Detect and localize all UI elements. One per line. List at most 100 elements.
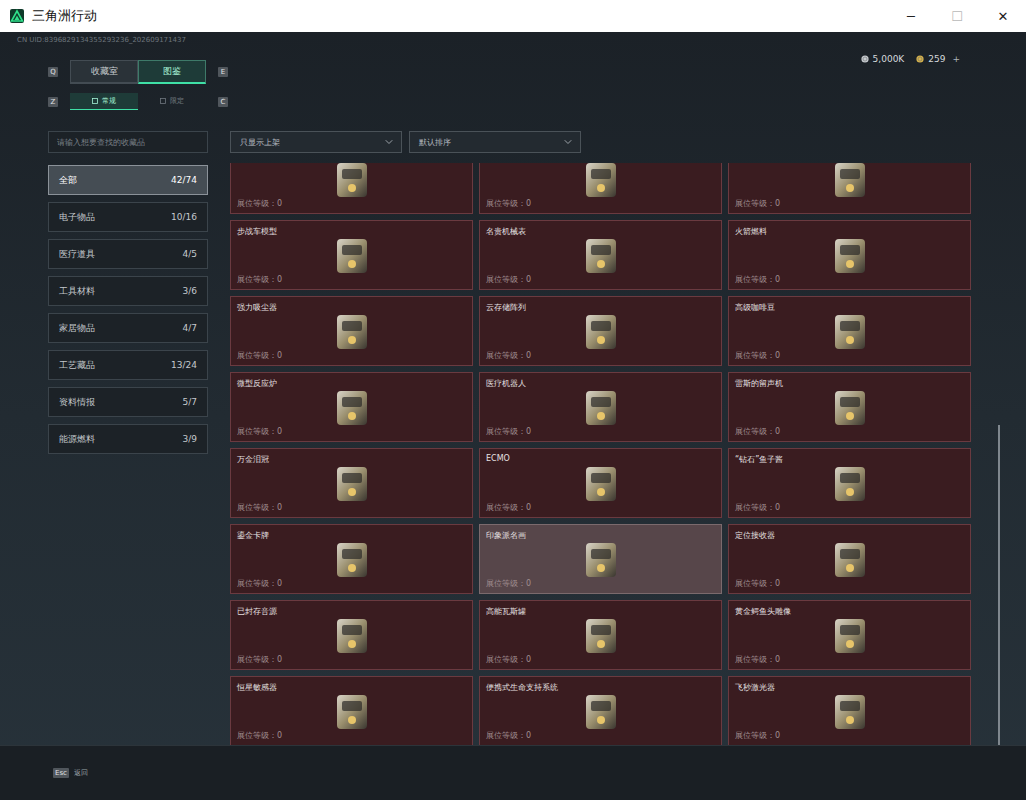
item-name: 步战车模型 <box>237 226 277 237</box>
category-item[interactable]: 电子物品10/16 <box>48 202 208 232</box>
collection-card[interactable]: 云存储阵列展位等级：0 <box>479 296 722 366</box>
item-image-icon <box>325 535 379 585</box>
category-item[interactable]: 资料情报5/7 <box>48 387 208 417</box>
window-control[interactable]: ✕ <box>980 0 1026 32</box>
collection-card[interactable]: 火箭燃料展位等级：0 <box>728 220 971 290</box>
item-level: 展位等级：0 <box>486 350 531 361</box>
item-name: 恒星敏感器 <box>237 682 277 693</box>
tabs-row: Q收藏室图鉴E5,000K259+ <box>0 60 1026 84</box>
item-image-icon <box>574 307 628 357</box>
item-name: 黄金鳄鱼头雕像 <box>735 606 791 617</box>
collection-card[interactable]: 已封存音源展位等级：0 <box>230 600 473 670</box>
collection-card[interactable]: 名贵机械表展位等级：0 <box>479 220 722 290</box>
item-level: 展位等级：0 <box>486 426 531 437</box>
uid-text: CN UID:8396829134355293236_202609171437 <box>0 32 1026 56</box>
item-name: 鎏金卡牌 <box>237 530 269 541</box>
item-name: 雷斯的留声机 <box>735 378 783 389</box>
sidebar: 全部42/74 电子物品10/16 医疗道具4/5 工具材料3/6 家居物品4/7 工艺藏… <box>48 131 208 745</box>
item-level: 展位等级：0 <box>735 350 780 361</box>
category-item[interactable]: 家居物品4/7 <box>48 313 208 343</box>
window-control[interactable]: ─ <box>888 0 934 32</box>
item-level: 展位等级：0 <box>237 198 282 209</box>
search-field[interactable] <box>48 131 208 153</box>
item-name: 万金泪冠 <box>237 454 269 465</box>
key-hint: C <box>218 97 228 107</box>
item-image-icon <box>574 383 628 433</box>
item-level: 展位等级：0 <box>237 350 282 361</box>
item-name: 便携式生命支持系统 <box>486 682 558 693</box>
add-currency-button[interactable]: + <box>952 54 960 64</box>
item-image-icon <box>574 687 628 737</box>
main-tab[interactable]: 收藏室 <box>70 60 138 84</box>
item-image-icon <box>325 163 379 205</box>
collection-card[interactable]: 高级咖啡豆展位等级：0 <box>728 296 971 366</box>
item-image-icon <box>325 307 379 357</box>
collection-card[interactable]: 高能瓦斯罐展位等级：0 <box>479 600 722 670</box>
sub-tab[interactable]: 限定 <box>138 93 206 110</box>
back-button[interactable]: 返回 <box>74 768 88 778</box>
item-image-icon <box>823 307 877 357</box>
collection-card[interactable]: 恒星敏感器展位等级：0 <box>230 676 473 745</box>
collection-card[interactable]: 步战车模型展位等级：0 <box>230 220 473 290</box>
category-item[interactable]: 医疗道具4/5 <box>48 239 208 269</box>
main-tab[interactable]: 图鉴 <box>138 60 206 84</box>
item-level: 展位等级：0 <box>735 730 780 741</box>
item-level: 展位等级：0 <box>237 426 282 437</box>
item-level: 展位等级：0 <box>735 274 780 285</box>
key-hint: Esc <box>53 768 69 778</box>
collection-grid: 展位等级：0展位等级：0展位等级：0步战车模型展位等级：0名贵机械表展位等级：0… <box>230 163 971 745</box>
collection-card[interactable]: 微型反应炉展位等级：0 <box>230 372 473 442</box>
collection-card[interactable]: “钻石”鱼子酱展位等级：0 <box>728 448 971 518</box>
collection-card[interactable]: 雷斯的留声机展位等级：0 <box>728 372 971 442</box>
collection-panel: 只显示上架默认排序展位等级：0展位等级：0展位等级：0步战车模型展位等级：0名贵… <box>230 131 971 745</box>
collection-card[interactable]: 飞秒激光器展位等级：0 <box>728 676 971 745</box>
category-item[interactable]: 工艺藏品13/24 <box>48 350 208 380</box>
item-image-icon <box>325 383 379 433</box>
collection-card[interactable]: 定位接收器展位等级：0 <box>728 524 971 594</box>
item-level: 展位等级：0 <box>237 730 282 741</box>
collection-card[interactable]: 万金泪冠展位等级：0 <box>230 448 473 518</box>
collection-card[interactable]: 展位等级：0 <box>479 163 722 214</box>
item-name: “钻石”鱼子酱 <box>735 454 783 465</box>
item-name: 定位接收器 <box>735 530 775 541</box>
sub-tab[interactable]: 常规 <box>70 93 138 110</box>
window-title: 三角洲行动 <box>32 7 888 25</box>
item-name: 已封存音源 <box>237 606 277 617</box>
scroll-thumb[interactable] <box>998 425 1000 745</box>
category-item[interactable]: 能源燃料3/9 <box>48 424 208 454</box>
collection-card[interactable]: 强力吸尘器展位等级：0 <box>230 296 473 366</box>
main-tabs: Q收藏室图鉴E <box>48 60 228 84</box>
gold-coin-icon <box>916 55 924 63</box>
footer: Esc 返回 <box>0 745 1026 800</box>
collection-card[interactable]: ECMO展位等级：0 <box>479 448 722 518</box>
collection-card[interactable]: 展位等级：0 <box>230 163 473 214</box>
item-image-icon <box>325 687 379 737</box>
item-name: 云存储阵列 <box>486 302 526 313</box>
main-body: 全部42/74 电子物品10/16 医疗道具4/5 工具材料3/6 家居物品4/7 工艺藏… <box>0 131 1026 745</box>
item-name: 高能瓦斯罐 <box>486 606 526 617</box>
item-level: 展位等级：0 <box>735 426 780 437</box>
collection-card[interactable]: 医疗机器人展位等级：0 <box>479 372 722 442</box>
title-bar: 三角洲行动─☐✕ <box>0 0 1026 32</box>
category-item[interactable]: 工具材料3/6 <box>48 276 208 306</box>
scrollbar[interactable] <box>998 163 1000 745</box>
filter-dropdown[interactable]: 默认排序 <box>409 131 581 153</box>
item-level: 展位等级：0 <box>237 578 282 589</box>
collection-card[interactable]: 鎏金卡牌展位等级：0 <box>230 524 473 594</box>
item-name: 飞秒激光器 <box>735 682 775 693</box>
item-image-icon <box>823 163 877 205</box>
filter-dropdown[interactable]: 只显示上架 <box>230 131 402 153</box>
chevron-down-icon <box>562 136 574 148</box>
category-item[interactable]: 全部42/74 <box>48 165 208 195</box>
collection-card[interactable]: 黄金鳄鱼头雕像展位等级：0 <box>728 600 971 670</box>
collection-card[interactable]: 展位等级：0 <box>728 163 971 214</box>
currency-bar: 5,000K259+ <box>861 54 960 64</box>
item-image-icon <box>823 687 877 737</box>
item-name: 火箭燃料 <box>735 226 767 237</box>
chevron-down-icon <box>383 136 395 148</box>
item-level: 展位等级：0 <box>486 274 531 285</box>
item-name: 高级咖啡豆 <box>735 302 775 313</box>
collection-card[interactable]: 便携式生命支持系统展位等级：0 <box>479 676 722 745</box>
currency-item: 5,000K <box>861 54 905 64</box>
collection-card[interactable]: 印象派名画展位等级：0 <box>479 524 722 594</box>
